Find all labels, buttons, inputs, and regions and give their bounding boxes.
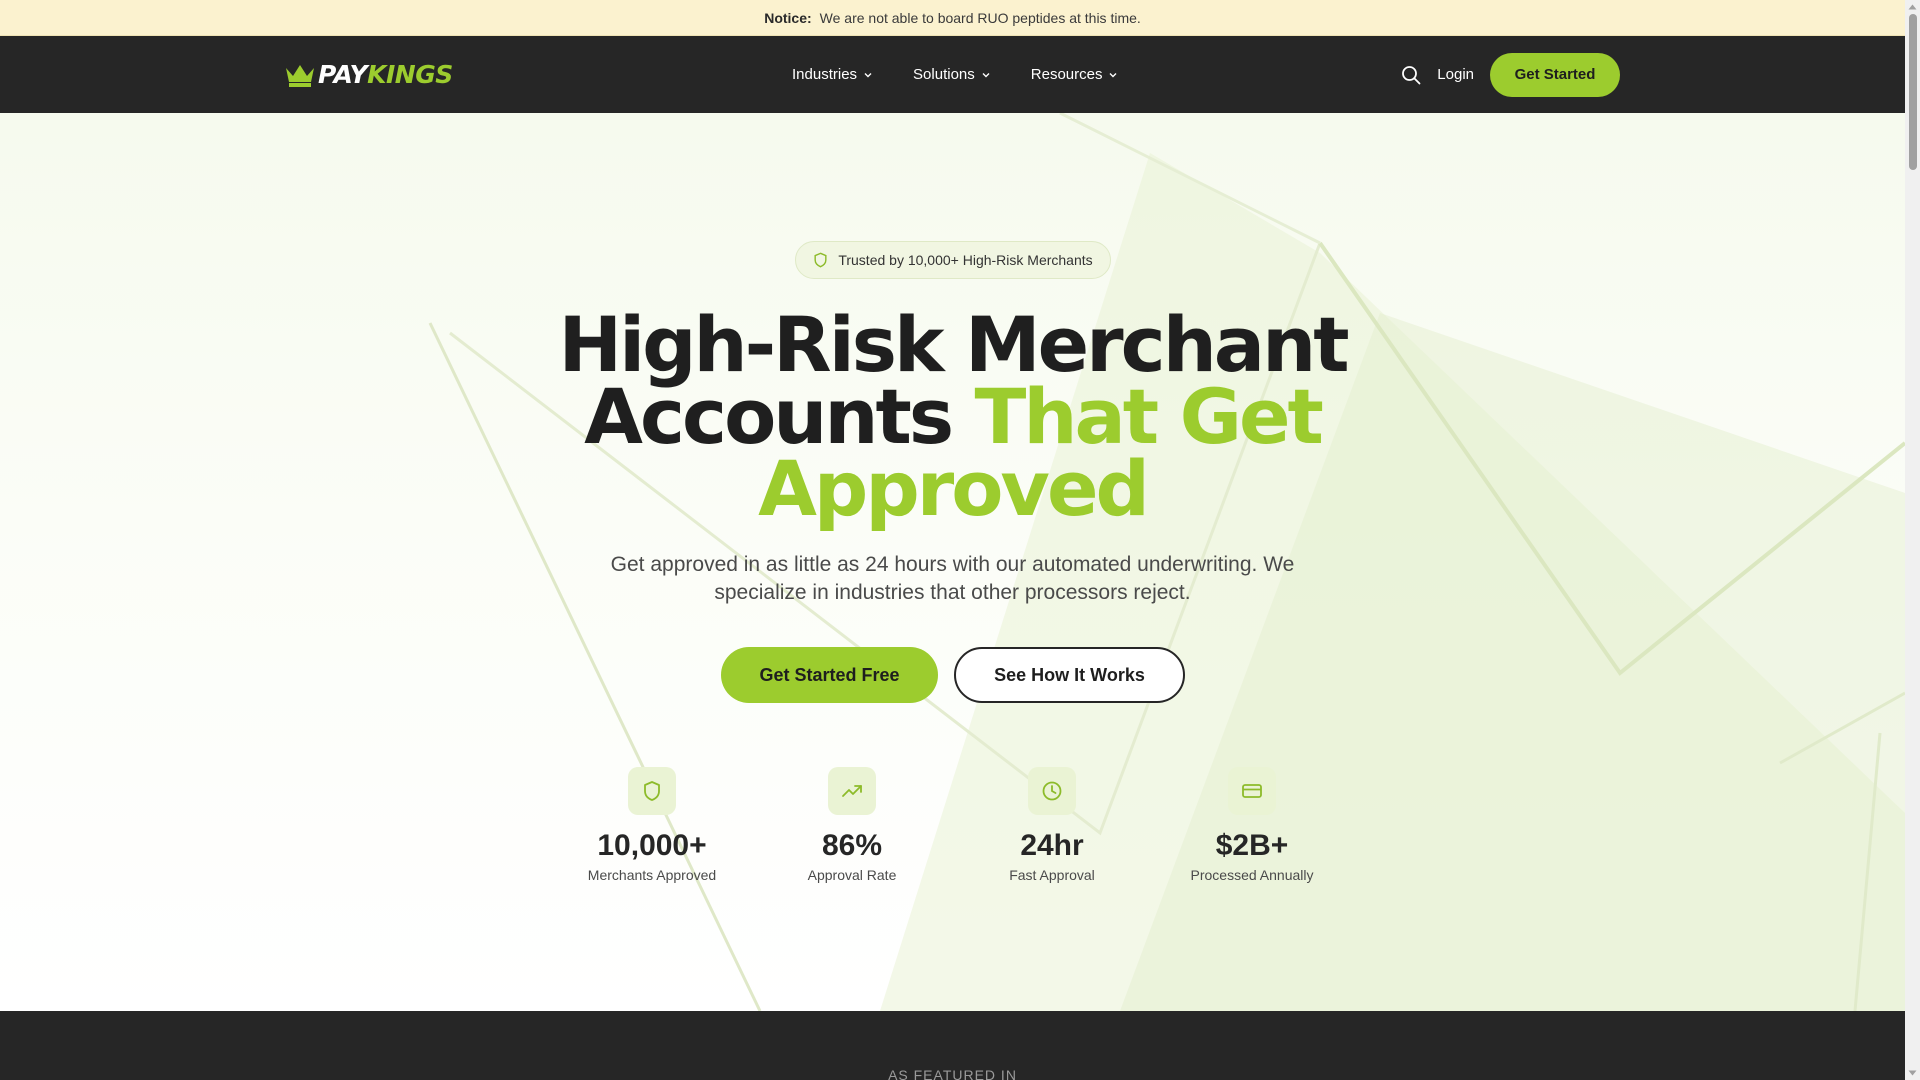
stat-value: 86% (821, 829, 883, 862)
hero-subheadline: Get approved in as little as 24 hours wi… (610, 553, 1295, 604)
menu-item-solutions[interactable]: Solutions (913, 66, 991, 83)
trust-badge: Trusted by 10,000+ High-Risk Merchants (795, 241, 1111, 279)
stat-label: Fast Approval (1009, 867, 1095, 883)
notice-label: Notice: (764, 9, 812, 26)
stat-icon-box (1028, 767, 1076, 815)
get-started-button[interactable]: Get Started (1490, 52, 1620, 97)
menu-item-resources[interactable]: Resources (1031, 66, 1119, 83)
logo-kings: KINGS (367, 60, 453, 89)
stat-merchants-approved: 10,000+ Merchants Approved (552, 767, 752, 883)
chevron-down-icon (982, 72, 990, 77)
hero-headline: High-Risk Merchant Accounts That Get App… (480, 307, 1425, 527)
featured-in-section: AS FEATURED IN (0, 1011, 1905, 1080)
stat-approval-rate: 86% Approval Rate (752, 767, 952, 883)
stat-value: 24hr (1020, 829, 1084, 862)
logo-wordmark: PAYKINGS (318, 60, 453, 90)
stats-row: 10,000+ Merchants Approved 86% Approval … (552, 767, 1352, 897)
stat-icon-box (828, 767, 876, 815)
main-menu: Industries Solutions Resources (792, 36, 1158, 113)
stat-label: Processed Annually (1190, 867, 1314, 883)
nav-actions: Login Get Started (1401, 36, 1620, 113)
stat-icon-box (1228, 767, 1276, 815)
crown-icon (286, 65, 314, 87)
headline-line-3-highlight: Approved (758, 444, 1150, 533)
stat-label: Merchants Approved (587, 867, 717, 883)
scroll-down-arrow-icon[interactable] (1908, 1070, 1917, 1076)
stat-processed-annually: $2B+ Processed Annually (1152, 767, 1352, 883)
page: Notice: We are not able to board RUO pep… (0, 0, 1920, 1080)
clock-icon (1042, 781, 1062, 801)
stat-fast-approval: 24hr Fast Approval (952, 767, 1152, 883)
stat-value: 10,000+ (597, 829, 707, 862)
paykings-logo[interactable]: PAYKINGS (284, 60, 453, 90)
stat-label: Approval Rate (807, 867, 897, 883)
stat-icon-box (628, 767, 676, 815)
menu-item-industries[interactable]: Industries (792, 66, 873, 83)
login-link[interactable]: Login (1437, 66, 1474, 83)
menu-item-label: Solutions (913, 66, 975, 83)
stat-value: $2B+ (1215, 829, 1289, 862)
hero-section: Trusted by 10,000+ High-Risk Merchants H… (0, 113, 1905, 1011)
trust-badge-text: Trusted by 10,000+ High-Risk Merchants (838, 252, 1093, 268)
logo-pay: PAY (318, 60, 368, 89)
chevron-down-icon (1109, 72, 1117, 77)
viewport-content: Notice: We are not able to board RUO pep… (0, 0, 1905, 1080)
shield-icon (814, 252, 827, 268)
shield-icon (644, 781, 660, 801)
vertical-scrollbar[interactable] (1905, 0, 1920, 1080)
notice-text: We are not able to board RUO peptides at… (819, 9, 1141, 26)
chevron-down-icon (864, 72, 872, 77)
scroll-up-arrow-icon[interactable] (1908, 4, 1917, 10)
see-how-it-works-button[interactable]: See How It Works (954, 647, 1185, 703)
search-icon[interactable] (1401, 65, 1421, 85)
top-navigation: PAYKINGS Industries Solutions Resources (0, 36, 1905, 113)
credit-card-icon (1242, 784, 1262, 798)
featured-in-label: AS FEATURED IN (888, 1067, 1017, 1080)
notice-bar: Notice: We are not able to board RUO pep… (0, 0, 1905, 36)
menu-item-label: Resources (1030, 66, 1103, 83)
scrollbar-thumb[interactable] (1909, 14, 1917, 170)
trending-up-icon (842, 785, 862, 797)
menu-item-label: Industries (792, 66, 858, 83)
get-started-free-button[interactable]: Get Started Free (721, 647, 938, 703)
